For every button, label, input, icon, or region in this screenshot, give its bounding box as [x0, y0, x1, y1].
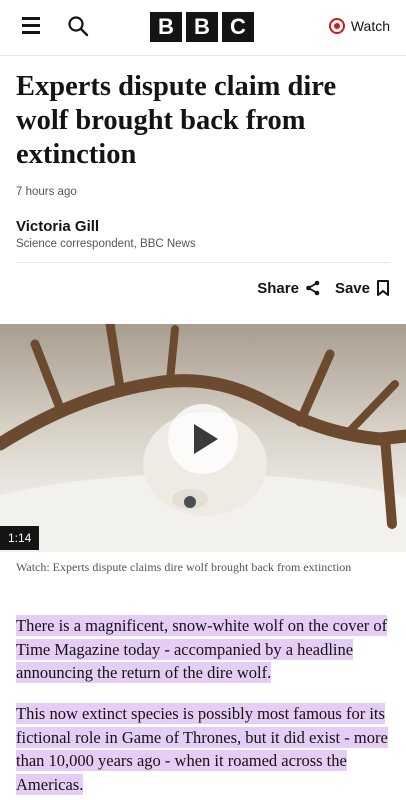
save-label: Save [334, 279, 370, 297]
article-headline: Experts dispute claim dire wolf brought … [16, 71, 337, 170]
video-player[interactable] [0, 324, 406, 552]
play-icon[interactable] [168, 404, 238, 474]
share-button[interactable]: Share [257, 280, 321, 297]
live-dot-icon [328, 18, 345, 34]
search-icon[interactable] [66, 14, 90, 38]
top-header: B B C Watch [0, 0, 406, 56]
body-paragraph: This now extinct species is possibly mos… [16, 702, 392, 796]
watch-label: Watch [350, 18, 390, 34]
highlighted-text: There is a magnificent, snow-white wolf … [16, 615, 388, 683]
menu-icon[interactable] [22, 17, 40, 35]
video-caption: Watch: Experts dispute claims dire wolf … [16, 560, 352, 574]
share-icon [306, 280, 320, 296]
logo-letter: C [222, 12, 254, 42]
highlighted-text: This now extinct species is possibly mos… [16, 703, 388, 795]
logo-letter: B [150, 12, 182, 42]
article-timestamp: 7 hours ago [16, 186, 77, 198]
body-paragraph: There is a magnificent, snow-white wolf … [16, 614, 392, 685]
byline-divider [16, 262, 390, 263]
share-label: Share [257, 279, 299, 297]
bbc-logo[interactable]: B B C [150, 12, 254, 42]
watch-button[interactable]: Watch [328, 14, 390, 38]
save-button[interactable]: Save [335, 280, 390, 297]
logo-letter: B [186, 12, 218, 42]
video-duration: 1:14 [0, 526, 40, 550]
author-role: Science correspondent, BBC News [16, 238, 196, 250]
share-save-row: Share Save [257, 276, 390, 300]
author-name[interactable]: Victoria Gill [16, 218, 99, 235]
bookmark-icon [377, 280, 389, 296]
